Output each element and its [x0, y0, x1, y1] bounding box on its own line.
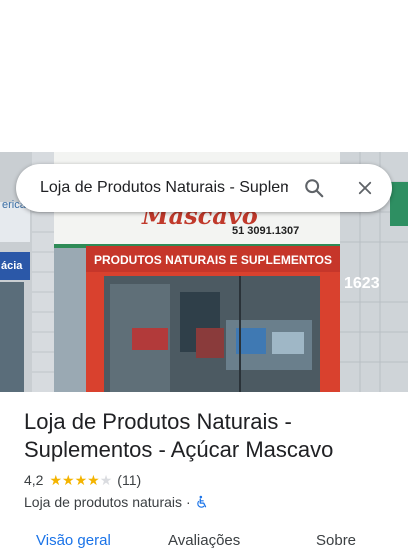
store-banner: PRODUTOS NATURAIS E SUPLEMENTOS	[94, 253, 332, 267]
place-tabs: Visão geral Avaliações Sobre	[0, 528, 408, 549]
left-sign-text-b: ácia	[1, 260, 23, 272]
wheelchair-accessible-icon	[196, 495, 206, 508]
tab-overview[interactable]: Visão geral	[36, 532, 111, 549]
category-row: Loja de produtos naturais ·	[24, 492, 209, 512]
search-input[interactable]: Loja de Produtos Naturais - Suplementos …	[40, 179, 288, 197]
star-empty-icon: ★	[99, 472, 113, 488]
tab-reviews[interactable]: Avaliações	[168, 532, 240, 549]
close-icon	[358, 181, 372, 195]
star-icon: ★	[74, 472, 88, 488]
place-category: Loja de produtos naturais	[24, 494, 182, 510]
search-bar[interactable]: Loja de Produtos Naturais - Suplementos …	[16, 164, 392, 212]
building-number: 1623	[344, 275, 380, 292]
place-title: Loja de Produtos Naturais - Suplementos …	[24, 409, 334, 462]
review-count: (11)	[117, 472, 142, 488]
star-icon: ★	[87, 472, 100, 488]
tab-about[interactable]: Sobre	[316, 532, 356, 549]
search-button[interactable]	[298, 172, 330, 204]
rating-stars: ★ ★ ★ ★ ★	[49, 473, 112, 487]
star-icon: ★	[49, 472, 63, 488]
rating-row[interactable]: 4,2 ★ ★ ★ ★ ★ (11)	[24, 470, 141, 490]
store-phone: 51 3091.1307	[232, 225, 299, 237]
search-icon	[305, 179, 324, 198]
close-button[interactable]	[349, 172, 381, 204]
rating-value: 4,2	[24, 472, 44, 488]
category-separator: ·	[186, 494, 191, 510]
star-icon: ★	[62, 472, 75, 488]
